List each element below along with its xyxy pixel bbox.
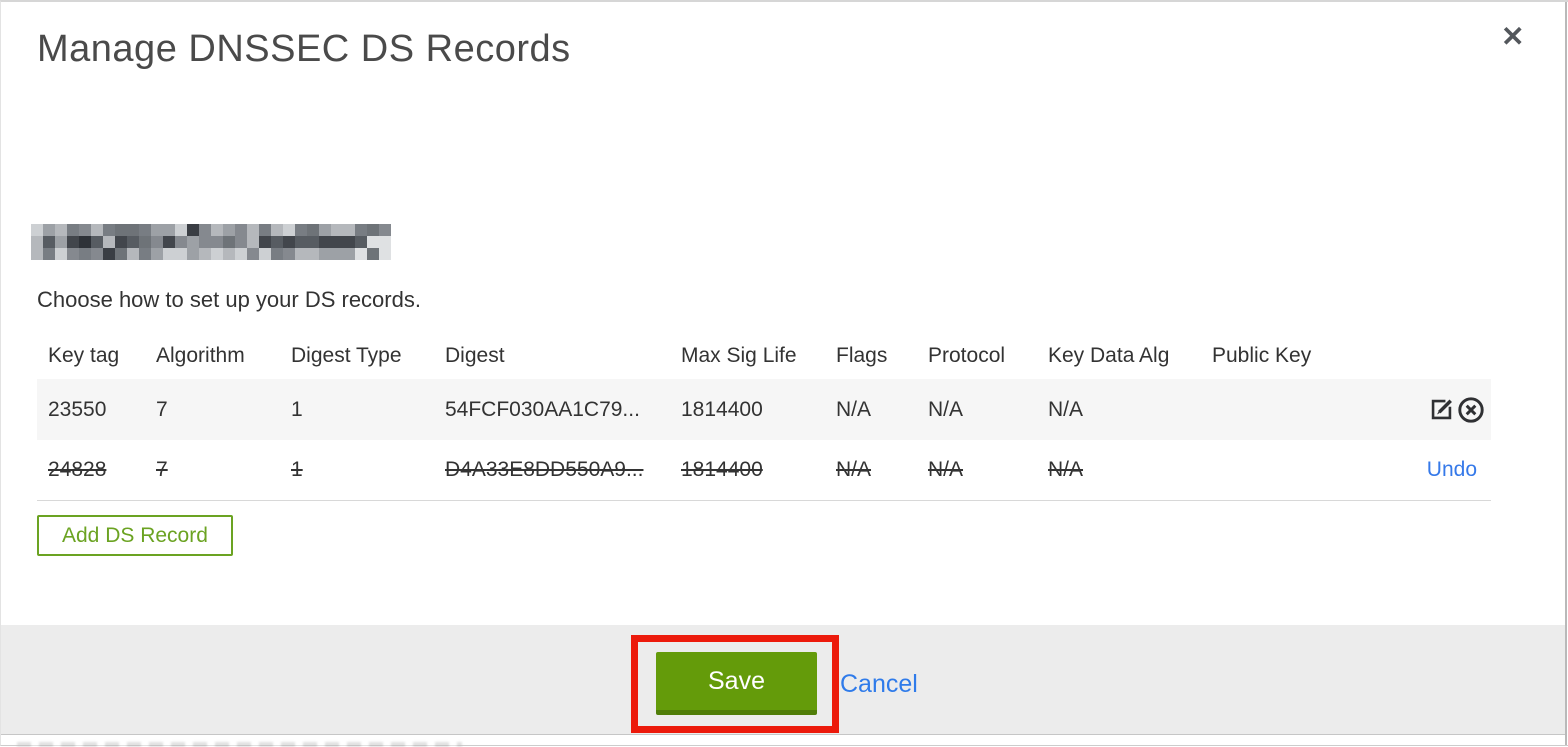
cell-flags: N/A [836, 397, 872, 421]
cell-digest-type: 1 [291, 458, 303, 481]
cell-key-data-alg: N/A [1048, 397, 1084, 421]
cell-digest-type: 1 [291, 397, 303, 421]
table-row: 23550 7 1 54FCF030AA1C79... 1814400 N/A … [37, 379, 1491, 440]
row-actions [1427, 396, 1485, 424]
pencil-square-icon[interactable] [1427, 396, 1455, 424]
col-header-protocol: Protocol [928, 343, 1006, 367]
cell-max-sig-life: 1814400 [681, 458, 763, 481]
cell-flags: N/A [836, 458, 872, 481]
save-button[interactable]: Save [656, 652, 817, 715]
page-title: Manage DNSSEC DS Records [37, 28, 571, 70]
col-header-algorithm: Algorithm [156, 343, 245, 367]
table-row: 24828 7 1 D4A33E8DD550A9... 1814400 N/A … [37, 440, 1491, 501]
col-header-digest-type: Digest Type [291, 343, 402, 367]
cell-algorithm: 7 [156, 397, 168, 421]
instruction-text: Choose how to set up your DS records. [37, 287, 421, 312]
cell-protocol: N/A [928, 397, 964, 421]
cell-protocol: N/A [928, 458, 964, 481]
cell-digest: 54FCF030AA1C79... [445, 397, 640, 421]
close-icon[interactable]: ✕ [1501, 20, 1524, 53]
col-header-key-data-alg: Key Data Alg [1048, 343, 1170, 367]
cell-key-tag: 24828 [48, 458, 107, 481]
circle-x-icon[interactable] [1457, 396, 1485, 424]
cell-digest: D4A33E8DD550A9... [445, 458, 644, 481]
add-ds-record-button[interactable]: Add DS Record [37, 515, 233, 556]
ds-records-table: Key tag Algorithm Digest Type Digest Max… [37, 332, 1491, 501]
col-header-max-sig-life: Max Sig Life [681, 343, 797, 367]
cell-max-sig-life: 1814400 [681, 397, 763, 421]
row-actions: Undo [1427, 458, 1485, 482]
undo-link[interactable]: Undo [1427, 458, 1485, 482]
col-header-key-tag: Key tag [48, 343, 120, 367]
cell-key-data-alg: N/A [1048, 458, 1084, 481]
cancel-link[interactable]: Cancel [840, 670, 918, 699]
col-header-flags: Flags [836, 343, 888, 367]
col-header-public-key: Public Key [1212, 343, 1312, 367]
cell-key-tag: 23550 [48, 397, 107, 421]
table-header-row: Key tag Algorithm Digest Type Digest Max… [37, 332, 1491, 379]
background-page-edge [17, 742, 462, 747]
col-header-digest: Digest [445, 343, 505, 367]
cell-algorithm: 7 [156, 458, 168, 481]
redacted-domain-name [31, 224, 391, 260]
